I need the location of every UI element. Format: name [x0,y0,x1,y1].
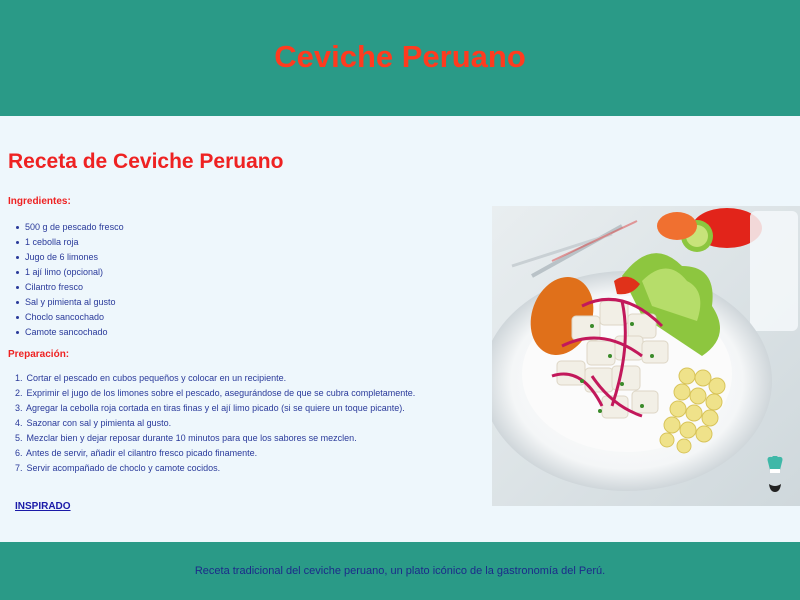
step-item: 5. Mezclar bien y dejar reposar durante … [15,433,357,443]
ingredients-list: 500 g de pescado fresco 1 cebolla roja J… [16,220,124,340]
ingredient-item: 500 g de pescado fresco [16,220,124,235]
ingredient-item: Choclo sancochado [16,310,124,325]
page-footer: Receta tradicional del ceviche peruano, … [0,542,800,600]
step-item: 4. Sazonar con sal y pimienta al gusto. [15,418,172,428]
chef-hat-icon [767,456,783,492]
preparation-steps: 1. Cortar el pescado en cubos pequeños y… [15,371,415,476]
ceviche-illustration [492,206,800,506]
preparation-heading: Preparación: [8,349,70,360]
ingredient-item: Cilantro fresco [16,280,124,295]
step-item: 7. Servir acompañado de choclo y camote … [15,463,221,473]
ingredient-item: Jugo de 6 limones [16,250,124,265]
ingredient-item: 1 ají limo (opcional) [16,265,124,280]
ingredient-item: Camote sancochado [16,325,124,340]
step-item: 2. Exprimir el jugo de los limones sobre… [15,388,416,398]
step-text: Cortar el pescado en cubos pequeños y co… [26,373,287,383]
footer-text: Receta tradicional del ceviche peruano, … [194,565,606,577]
step-item: 1. Cortar el pescado en cubos pequeños y… [15,373,287,383]
step-text: Sazonar con sal y pimienta al gusto. [26,418,172,428]
step-text: Servir acompañado de choclo y camote coc… [26,463,221,473]
step-item: 3. Agregar la cebolla roja cortada en ti… [15,403,405,413]
ingredients-heading: Ingredientes: [8,196,71,207]
page-header: Ceviche Peruano [0,0,800,116]
step-text: Mezclar bien y dejar reposar durante 10 … [26,433,357,443]
recipe-content: Receta de Ceviche Peruano Ingredientes: … [0,116,800,542]
inspirado-link[interactable]: INSPIRADO [15,501,71,512]
step-text: Agregar la cebolla roja cortada en tiras… [26,403,405,413]
step-text: Antes de servir, añadir el cilantro fres… [26,448,258,458]
page-title: Ceviche Peruano [274,39,526,74]
ceviche-photo [492,206,800,506]
step-item: 6. Antes de servir, añadir el cilantro f… [15,448,258,458]
step-text: Exprimir el jugo de los limones sobre el… [26,388,416,398]
ingredient-item: 1 cebolla roja [16,235,124,250]
ingredient-item: Sal y pimienta al gusto [16,295,124,310]
recipe-title: Receta de Ceviche Peruano [8,150,284,173]
